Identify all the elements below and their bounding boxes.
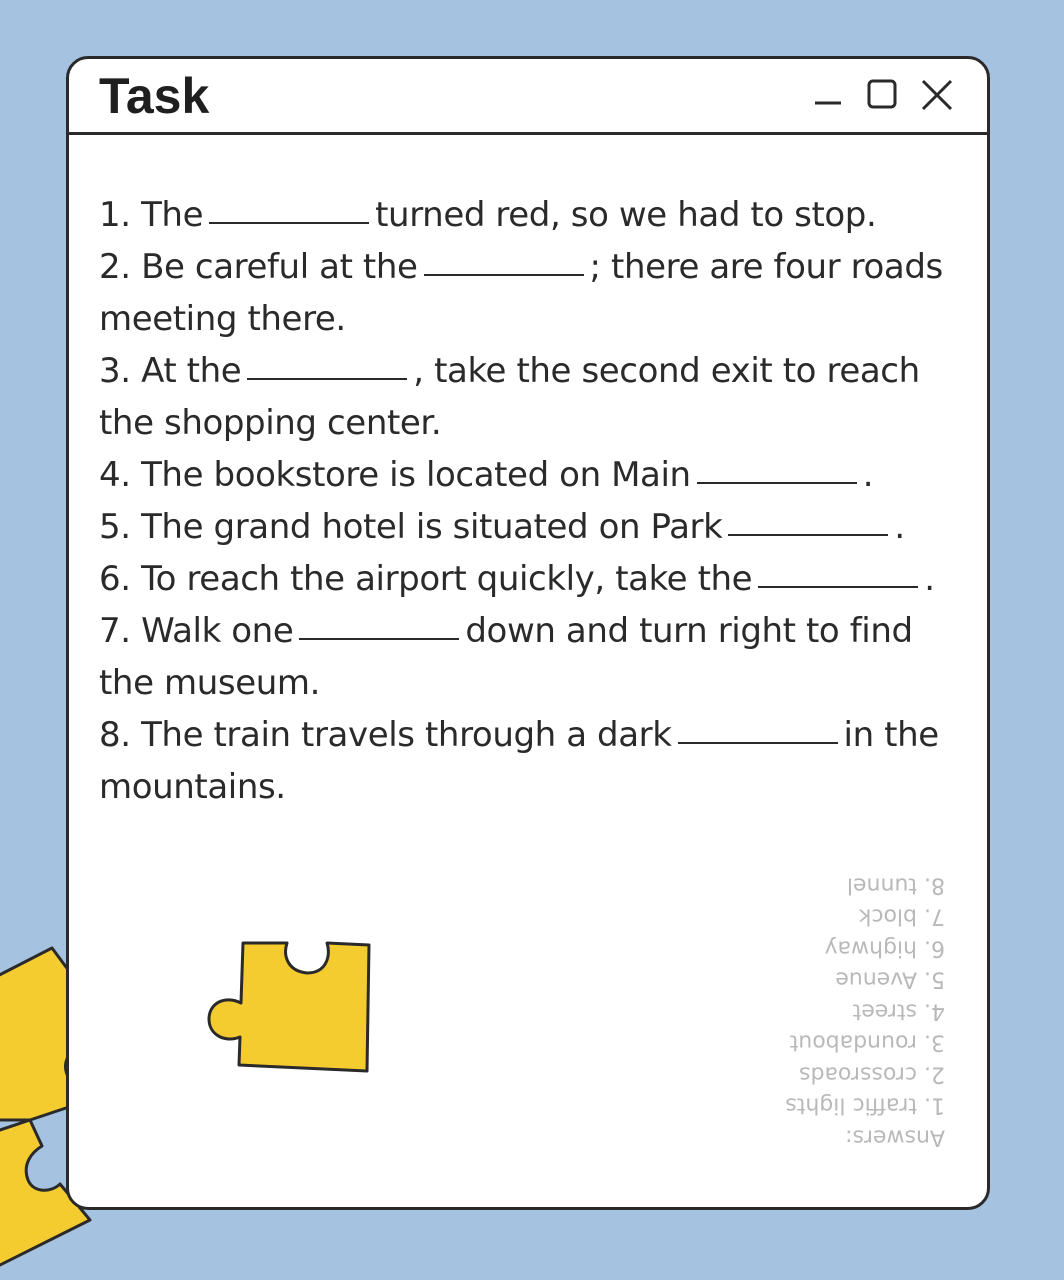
answer-item: 1. traffic lights — [785, 1093, 945, 1118]
answers-key: Answers: 1. traffic lights 2. crossroads… — [745, 869, 945, 1153]
question-text-after: turned red, so we had to stop. — [375, 195, 877, 235]
question-number: 8. — [99, 715, 131, 755]
question-text-before: To reach the airport quickly, take the — [141, 559, 753, 599]
close-icon[interactable] — [919, 77, 955, 113]
answer-blank[interactable] — [299, 638, 460, 640]
question-number: 5. — [99, 507, 131, 547]
question-text-after: . — [894, 507, 905, 547]
answer-blank[interactable] — [677, 742, 838, 744]
answer-blank[interactable] — [209, 222, 370, 224]
question-number: 2. — [99, 247, 131, 287]
answers-heading: Answers: — [845, 1124, 945, 1150]
question-text-before: The grand hotel is situated on Park — [141, 507, 723, 547]
question-number: 3. — [99, 351, 131, 391]
question-item: 1. The turned red, so we had to stop. — [99, 189, 959, 241]
answer-blank[interactable] — [696, 482, 857, 484]
question-text-after: . — [924, 559, 935, 599]
question-item: 3. At the, take the second exit to reach… — [99, 345, 959, 449]
answer-item: 3. roundabout — [789, 1030, 945, 1055]
question-text-before: The bookstore is located on Main — [141, 455, 691, 495]
minimize-icon[interactable] — [811, 77, 847, 113]
question-item: 7. Walk one down and turn right to find t… — [99, 605, 959, 709]
answer-item: 7. block — [858, 904, 945, 929]
question-list: 1. The turned red, so we had to stop. 2. … — [99, 189, 959, 813]
question-text-before: Be careful at the — [141, 247, 418, 287]
answer-item: 8. tunnel — [846, 872, 945, 898]
question-item: 8. The train travels through a dark in th… — [99, 709, 959, 813]
question-text-before: At the — [141, 351, 242, 391]
answer-blank[interactable] — [728, 534, 889, 536]
puzzle-piece-center-icon — [207, 941, 371, 1073]
question-text-after: . — [862, 455, 874, 495]
question-item: 2. Be careful at the; there are four roa… — [99, 241, 959, 345]
question-text-before: Walk one — [141, 611, 294, 651]
question-number: 1. — [99, 195, 131, 235]
answer-item: 2. crossroads — [799, 1061, 945, 1087]
question-item: 6. To reach the airport quickly, take th… — [99, 553, 959, 605]
window-title: Task — [99, 68, 210, 124]
answer-item: 6. highway — [824, 935, 945, 961]
answer-item: 5. Avenue — [835, 967, 945, 992]
answer-blank[interactable] — [423, 274, 584, 276]
question-text-before: The train travels through a dark — [141, 715, 672, 755]
answer-blank[interactable] — [758, 586, 919, 588]
question-item: 5. The grand hotel is situated on Park. — [99, 501, 959, 553]
maximize-icon[interactable] — [865, 77, 901, 113]
title-bar: Task — [69, 59, 987, 135]
answer-blank[interactable] — [247, 378, 408, 380]
question-number: 4. — [99, 455, 131, 495]
question-number: 6. — [99, 559, 131, 599]
question-number: 7. — [99, 611, 131, 651]
task-window: Task 1. The turned red, so we had to stop… — [66, 56, 990, 1210]
question-text-before: The — [141, 195, 204, 235]
question-item: 4. The bookstore is located on Main. — [99, 449, 959, 501]
answer-item: 4. street — [852, 998, 945, 1024]
